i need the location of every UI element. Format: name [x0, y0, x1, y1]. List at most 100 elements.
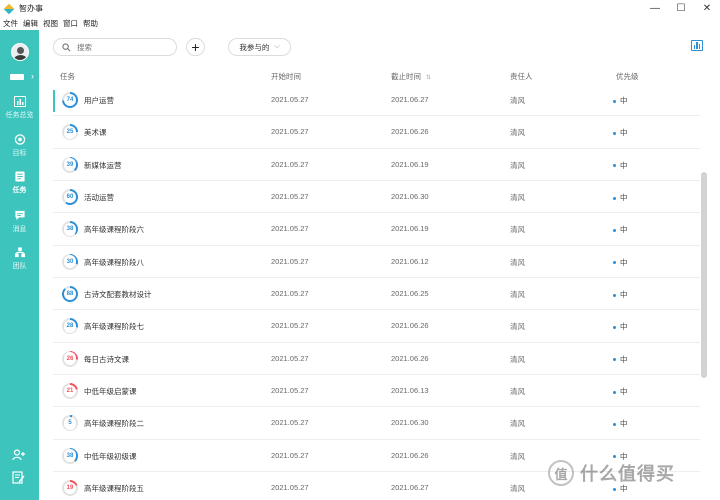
task-name[interactable]: 中低年级启蒙课: [84, 386, 137, 397]
table-row[interactable]: 39 新媒体运营 2021.05.27 2021.06.19 清风 中: [53, 149, 700, 182]
task-name[interactable]: 高年级课程阶段八: [84, 257, 144, 268]
scroll-thumb[interactable]: [701, 172, 707, 378]
chart-view-button[interactable]: [691, 40, 703, 51]
start-date: 2021.05.27: [271, 353, 309, 363]
progress-ring: 74: [62, 92, 78, 108]
priority-badge[interactable]: 中: [613, 192, 628, 203]
priority-badge[interactable]: 中: [613, 95, 628, 106]
priority-dot-icon: [613, 325, 616, 329]
progress-ring: 38: [62, 447, 78, 464]
owner-name: 清风: [510, 451, 525, 461]
sidebar-item-overview[interactable]: 任务总览: [0, 96, 39, 120]
priority-badge[interactable]: 中: [613, 224, 628, 235]
task-name[interactable]: 美术课: [84, 127, 107, 138]
priority-badge[interactable]: 中: [613, 257, 628, 268]
column-task[interactable]: 任务: [60, 71, 75, 82]
menu-view[interactable]: 视图: [43, 18, 58, 29]
maximize-button[interactable]: ☐: [668, 0, 694, 17]
scrollbar[interactable]: [700, 84, 708, 500]
progress-value: 19: [63, 481, 77, 495]
owner-name: 清风: [510, 193, 525, 203]
start-date: 2021.05.27: [271, 127, 309, 137]
priority-badge[interactable]: 中: [613, 418, 628, 429]
table-row[interactable]: 25 美术课 2021.05.27 2021.06.26 清风 中: [53, 116, 700, 149]
sort-icon[interactable]: ⇅: [426, 75, 431, 81]
column-start[interactable]: 开始时间: [271, 71, 301, 82]
task-name[interactable]: 用户运营: [84, 95, 114, 106]
end-date: 2021.06.13: [391, 386, 429, 396]
progress-value: 25: [63, 126, 77, 139]
table-row[interactable]: 38 高年级课程阶段六 2021.05.27 2021.06.19 清风 中: [53, 213, 700, 246]
message-icon: [14, 210, 25, 221]
progress-value: 38: [63, 223, 77, 236]
start-date: 2021.05.27: [271, 321, 309, 331]
task-name[interactable]: 高年级课程阶段五: [84, 483, 144, 494]
sidebar-item-team[interactable]: 团队: [0, 247, 39, 271]
sidebar-item-goal[interactable]: 目标: [0, 134, 39, 158]
add-member-icon[interactable]: [12, 449, 26, 461]
menu-help[interactable]: 帮助: [83, 18, 98, 29]
task-name[interactable]: 活动运营: [84, 192, 114, 203]
table-row[interactable]: 88 古诗文配套教材设计 2021.05.27 2021.06.25 清风 中: [53, 278, 700, 311]
table-row[interactable]: 30 高年级课程阶段八 2021.05.27 2021.06.12 清风 中: [53, 246, 700, 279]
table-row[interactable]: 21 中低年级启蒙课 2021.05.27 2021.06.13 清风 中: [53, 375, 700, 408]
menu-file[interactable]: 文件: [3, 18, 18, 29]
owner-name: 清风: [510, 160, 525, 170]
menu-window[interactable]: 窗口: [63, 18, 78, 29]
sidebar-item-message[interactable]: 消息: [0, 210, 39, 234]
owner-name: 清风: [510, 354, 525, 364]
owner-name: 清风: [510, 128, 525, 138]
search-box[interactable]: [53, 38, 177, 56]
priority-label: 中: [620, 387, 628, 397]
table-row[interactable]: 28 高年级课程阶段七 2021.05.27 2021.06.26 清风 中: [53, 310, 700, 343]
sidebar-item-task[interactable]: 任务: [0, 171, 39, 195]
column-owner[interactable]: 责任人: [510, 71, 533, 82]
task-name[interactable]: 中低年级初级课: [84, 451, 137, 462]
progress-ring: 60: [62, 189, 78, 206]
task-name[interactable]: 古诗文配套教材设计: [84, 289, 152, 300]
table-row[interactable]: 5 高年级课程阶段二 2021.05.27 2021.06.30 清风 中: [53, 407, 700, 440]
table-header: 任务 开始时间 截止时间 ⇅ 责任人 优先级: [39, 68, 700, 84]
column-priority[interactable]: 优先级: [616, 71, 639, 82]
priority-badge[interactable]: 中: [613, 127, 628, 138]
add-task-button[interactable]: +: [186, 38, 205, 56]
edit-note-icon[interactable]: [12, 471, 25, 484]
filter-dropdown[interactable]: 我参与的 ⌵: [228, 38, 291, 56]
chevron-right-icon[interactable]: ›: [31, 71, 34, 81]
priority-badge[interactable]: 中: [613, 386, 628, 397]
task-name[interactable]: 高年级课程阶段二: [84, 418, 144, 429]
owner-name: 清风: [510, 387, 525, 397]
book-icon[interactable]: [10, 74, 24, 80]
avatar[interactable]: [11, 43, 29, 61]
close-button[interactable]: ✕: [694, 0, 720, 17]
priority-badge[interactable]: 中: [613, 160, 628, 171]
priority-badge[interactable]: 中: [613, 321, 628, 332]
progress-ring: 38: [62, 221, 78, 238]
end-date: 2021.06.19: [391, 159, 429, 169]
priority-dot-icon: [613, 196, 616, 200]
priority-badge[interactable]: 中: [613, 289, 628, 300]
progress-ring: 26: [62, 350, 78, 367]
priority-badge[interactable]: 中: [613, 354, 628, 365]
progress-value: 39: [63, 158, 77, 171]
priority-label: 中: [620, 419, 628, 429]
menu-edit[interactable]: 编辑: [23, 18, 38, 29]
table-row[interactable]: 26 每日古诗文课 2021.05.27 2021.06.26 清风 中: [53, 343, 700, 376]
minimize-button[interactable]: —: [642, 0, 668, 17]
app-logo-icon: [3, 3, 15, 15]
column-deadline[interactable]: 截止时间 ⇅: [391, 71, 431, 82]
window-controls: — ☐ ✕: [642, 0, 720, 17]
start-date: 2021.05.27: [271, 224, 309, 234]
search-input[interactable]: [77, 42, 167, 52]
start-date: 2021.05.27: [271, 483, 309, 493]
end-date: 2021.06.26: [391, 353, 429, 363]
task-name[interactable]: 每日古诗文课: [84, 354, 129, 365]
sidebar-item-label: 任务总览: [5, 112, 34, 119]
task-name[interactable]: 高年级课程阶段六: [84, 224, 144, 235]
task-name[interactable]: 新媒体运营: [84, 160, 122, 171]
progress-ring: 39: [62, 156, 78, 173]
table-row[interactable]: 74 用户运营 2021.05.27 2021.06.27 清风 中: [53, 84, 700, 117]
table-row[interactable]: 60 活动运营 2021.05.27 2021.06.30 清风 中: [53, 181, 700, 214]
task-name[interactable]: 高年级课程阶段七: [84, 321, 144, 332]
start-date: 2021.05.27: [271, 289, 309, 299]
